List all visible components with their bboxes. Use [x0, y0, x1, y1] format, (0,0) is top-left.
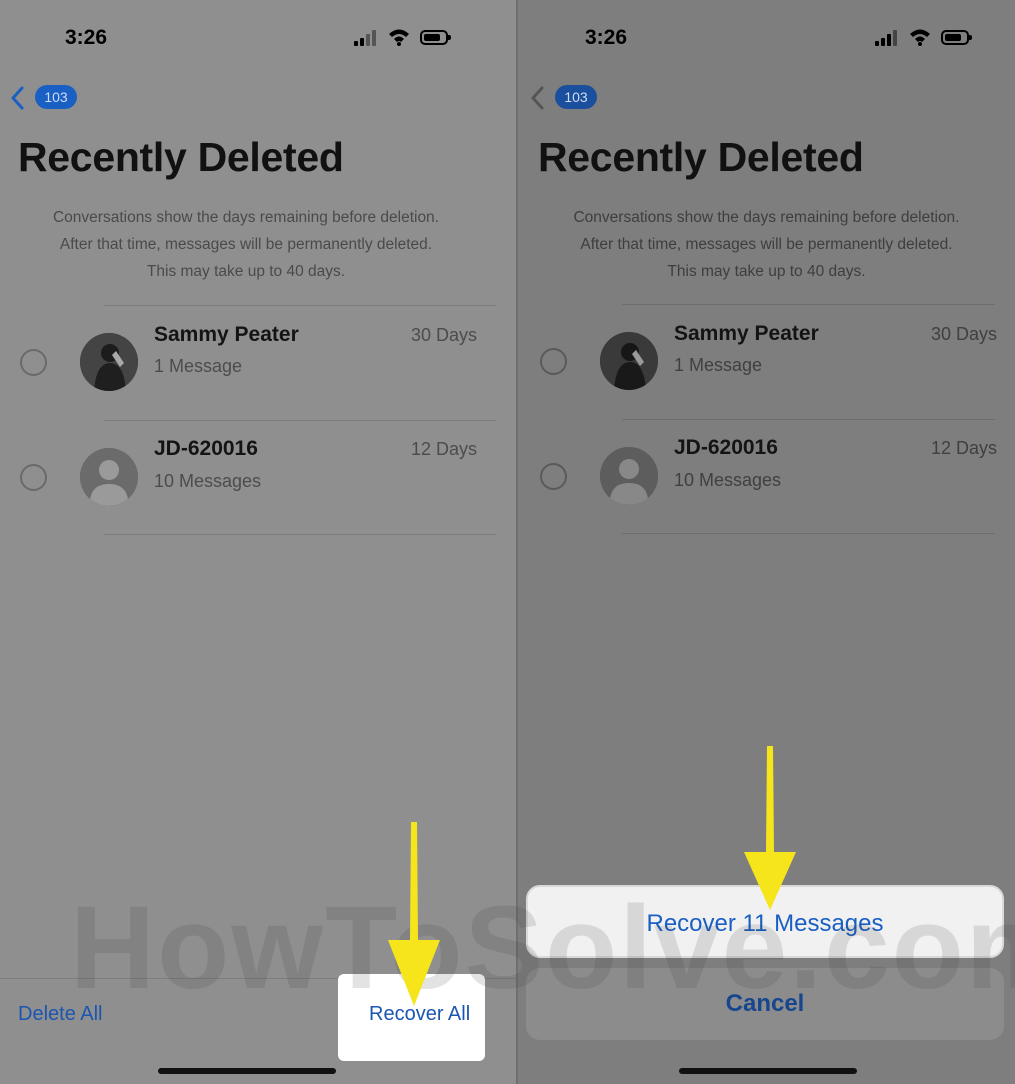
days-remaining: 12 Days — [930, 438, 997, 458]
message-count: 10 Messages — [154, 471, 262, 491]
avatar-photo — [80, 333, 138, 391]
divider — [104, 305, 496, 306]
info-text: Conversations show the days remaining be… — [518, 204, 1015, 285]
info-line: This may take up to 40 days. — [146, 263, 346, 280]
annotation-arrow-icon — [388, 822, 440, 1006]
avatar-photo — [600, 332, 658, 390]
status-time: 3:26 — [65, 26, 108, 49]
person-placeholder-icon — [80, 448, 138, 506]
contact-name: JD-620016 — [674, 436, 778, 459]
divider — [104, 534, 496, 535]
message-count: 1 Message — [154, 356, 243, 376]
battery-icon — [941, 30, 972, 45]
message-count: 10 Messages — [674, 470, 782, 490]
status-icons — [875, 28, 977, 48]
info-line: After that time, messages will be perman… — [59, 236, 433, 253]
info-line: Conversations show the days remaining be… — [52, 209, 439, 226]
divider — [622, 304, 995, 305]
select-radio[interactable] — [540, 463, 567, 490]
info-line: Conversations show the days remaining be… — [573, 209, 960, 226]
contact-name: Sammy Peater — [674, 322, 819, 345]
days-remaining: 30 Days — [410, 325, 477, 345]
annotation-arrow-icon — [744, 746, 796, 910]
home-indicator — [679, 1068, 857, 1074]
days-remaining: 12 Days — [410, 439, 477, 459]
back-chevron-icon[interactable] — [530, 86, 544, 110]
person-placeholder-icon — [600, 447, 658, 505]
cellular-signal-icon — [354, 30, 376, 46]
avatar-default — [80, 448, 138, 506]
message-count: 1 Message — [674, 355, 763, 375]
wifi-icon — [389, 29, 409, 46]
info-line: After that time, messages will be perman… — [580, 236, 953, 253]
cellular-signal-icon — [875, 30, 897, 46]
contact-name: Sammy Peater — [154, 323, 299, 346]
divider — [622, 533, 995, 534]
cancel-button[interactable]: Cancel — [526, 968, 1004, 1040]
unread-badge[interactable]: 103 — [35, 85, 77, 109]
select-radio[interactable] — [20, 349, 47, 376]
status-icons — [354, 28, 456, 48]
back-chevron-icon[interactable] — [10, 86, 24, 110]
select-radio[interactable] — [20, 464, 47, 491]
page-title: Recently Deleted — [18, 134, 344, 180]
unread-badge[interactable]: 103 — [555, 85, 597, 109]
home-indicator — [158, 1068, 336, 1074]
delete-all-button[interactable]: Delete All — [18, 1003, 103, 1026]
info-text: Conversations show the days remaining be… — [0, 204, 492, 285]
person-photo-icon — [600, 332, 658, 390]
page-title: Recently Deleted — [538, 134, 864, 180]
days-remaining: 30 Days — [930, 324, 997, 344]
status-time: 3:26 — [585, 26, 628, 49]
avatar-default — [600, 447, 658, 505]
battery-icon — [420, 30, 451, 45]
info-line: This may take up to 40 days. — [667, 263, 866, 280]
contact-name: JD-620016 — [154, 437, 258, 460]
wifi-icon — [910, 29, 930, 46]
divider — [622, 419, 995, 420]
divider — [104, 420, 496, 421]
select-radio[interactable] — [540, 348, 567, 375]
person-photo-icon — [80, 333, 138, 391]
